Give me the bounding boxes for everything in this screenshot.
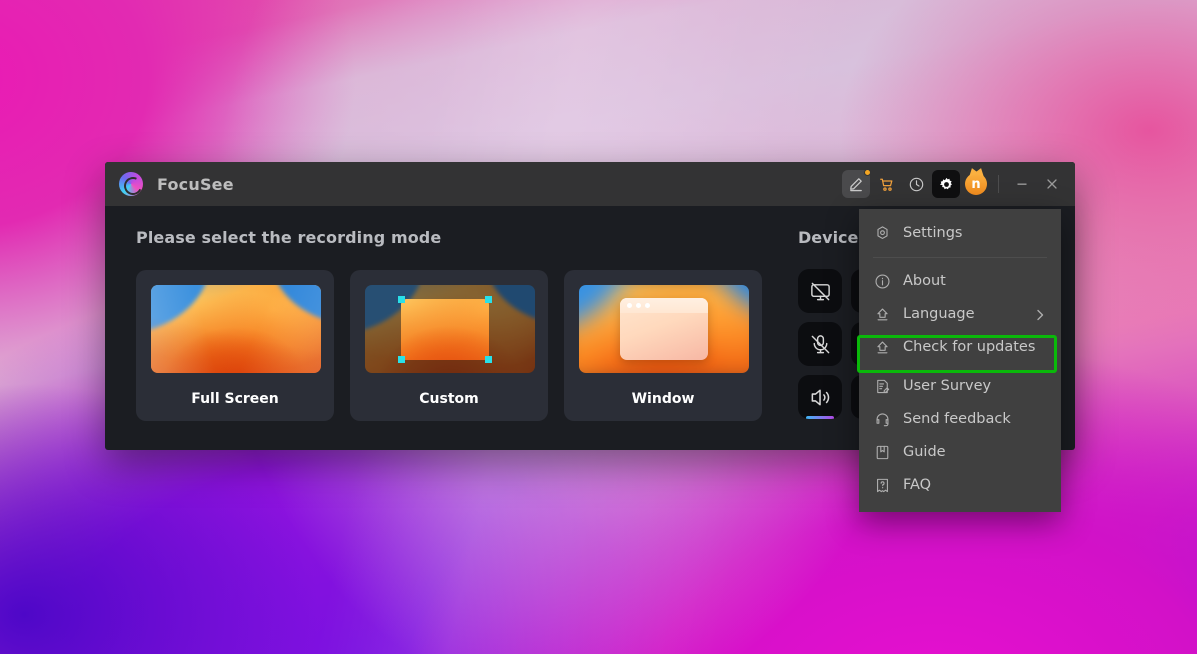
- faq-question-icon: [873, 477, 891, 495]
- titlebar-action-icons: n: [842, 169, 990, 198]
- shopping-cart-icon: [879, 178, 892, 191]
- custom-selection-rect[interactable]: [398, 296, 492, 363]
- resize-handle-top-right[interactable]: [485, 296, 492, 303]
- menu-label-check-for-updates: Check for updates: [903, 339, 1036, 356]
- app-title: FocuSee: [157, 174, 234, 194]
- menu-item-settings[interactable]: Settings: [859, 217, 1061, 250]
- store-button[interactable]: [872, 170, 900, 198]
- thumb-rays: [151, 285, 321, 373]
- menu-label-send-feedback: Send feedback: [903, 411, 1011, 428]
- custom-region-thumb: [365, 285, 535, 373]
- window-mockup: [620, 298, 708, 360]
- minimize-button[interactable]: [1007, 170, 1037, 198]
- window-dot: [645, 303, 650, 308]
- desktop-wallpaper: FocuSee n Please select the recording mo…: [0, 0, 1197, 654]
- minimize-icon: [1017, 183, 1027, 185]
- settings-dropdown-menu: Settings About Language Check for update…: [859, 209, 1061, 512]
- pen-edit-icon: [850, 178, 862, 192]
- recording-mode-pane: Please select the recording mode Full Sc…: [105, 228, 762, 450]
- menu-label-user-survey: User Survey: [903, 378, 992, 395]
- headset-icon: [873, 411, 891, 429]
- window-mockup-titlebar: [620, 298, 708, 313]
- menu-item-send-feedback[interactable]: Send feedback: [859, 403, 1061, 436]
- notification-dot: [864, 169, 871, 176]
- mode-card-custom[interactable]: Custom: [350, 270, 548, 421]
- arrow-up-home-icon: [873, 306, 891, 324]
- clock-history-icon: [909, 177, 923, 191]
- n-crown-badge-icon: n: [965, 173, 987, 195]
- mode-card-full-screen[interactable]: Full Screen: [136, 270, 334, 421]
- speaker-active-indicator: [806, 416, 834, 419]
- menu-item-faq[interactable]: FAQ: [859, 469, 1061, 502]
- mode-label-window: Window: [631, 391, 695, 407]
- close-icon: [1047, 179, 1057, 189]
- menu-item-guide[interactable]: Guide: [859, 436, 1061, 469]
- menu-item-about[interactable]: About: [859, 265, 1061, 298]
- close-button[interactable]: [1037, 170, 1067, 198]
- menu-label-settings: Settings: [903, 225, 963, 242]
- promo-button[interactable]: n: [962, 170, 990, 198]
- fullscreen-wallpaper-thumb: [151, 285, 321, 373]
- resize-handle-bottom-left[interactable]: [398, 356, 405, 363]
- recording-mode-cards: Full Screen Custom Window: [136, 270, 762, 421]
- window-dot: [636, 303, 641, 308]
- focusee-logo-icon: [119, 172, 143, 196]
- book-bookmark-icon: [873, 444, 891, 462]
- menu-separator: [873, 257, 1047, 258]
- window-dot: [627, 303, 632, 308]
- info-circle-icon: [873, 273, 891, 291]
- menu-label-faq: FAQ: [903, 477, 932, 494]
- settings-hex-icon: [873, 225, 891, 243]
- camera-off-icon: [810, 282, 830, 300]
- edit-button[interactable]: [842, 169, 871, 198]
- window-capture-thumb: [579, 285, 749, 373]
- microphone-off-icon: [811, 334, 829, 353]
- menu-item-check-for-updates[interactable]: Check for updates: [859, 331, 1061, 364]
- resize-handle-top-left[interactable]: [398, 296, 405, 303]
- custom-selection-wallpaper: [401, 299, 489, 360]
- gear-icon: [939, 177, 952, 189]
- menu-label-about: About: [903, 273, 946, 290]
- mode-card-window[interactable]: Window: [564, 270, 762, 421]
- custom-selection-preview: [401, 299, 489, 360]
- resize-handle-bottom-right[interactable]: [485, 356, 492, 363]
- chevron-right-icon: [1033, 308, 1047, 322]
- arrow-up-home-icon: [873, 339, 891, 357]
- settings-button[interactable]: [932, 170, 960, 198]
- menu-item-language[interactable]: Language: [859, 298, 1061, 331]
- titlebar-divider: [998, 175, 999, 193]
- menu-item-user-survey[interactable]: User Survey: [859, 370, 1061, 403]
- camera-toggle-button[interactable]: [798, 269, 842, 313]
- survey-document-icon: [873, 378, 891, 396]
- mode-label-custom: Custom: [419, 391, 479, 407]
- menu-label-language: Language: [903, 306, 975, 323]
- speaker-on-icon: [811, 389, 829, 405]
- recording-mode-heading: Please select the recording mode: [136, 228, 442, 247]
- history-button[interactable]: [902, 170, 930, 198]
- menu-label-guide: Guide: [903, 444, 946, 461]
- app-titlebar: FocuSee n: [105, 162, 1075, 206]
- microphone-toggle-button[interactable]: [798, 322, 842, 366]
- mode-label-full-screen: Full Screen: [191, 391, 279, 407]
- speaker-toggle-button[interactable]: [798, 375, 842, 419]
